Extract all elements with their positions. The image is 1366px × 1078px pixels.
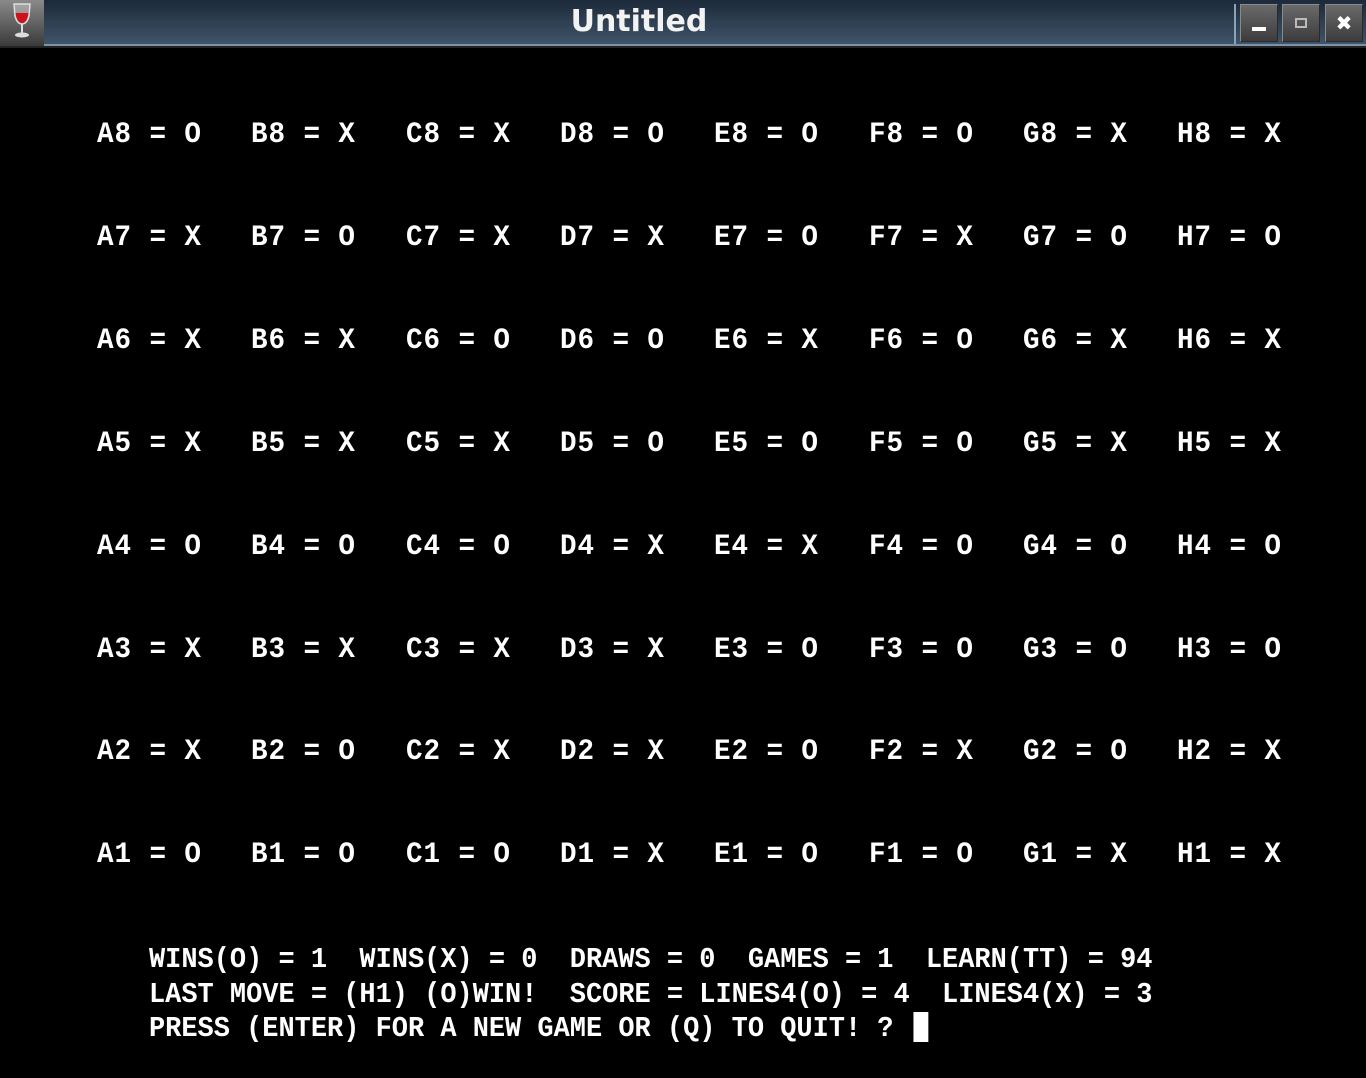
board-cell: E7 = O <box>714 220 820 255</box>
board-cell: B5 = X <box>251 426 357 461</box>
board-cell: F2 = X <box>868 735 974 770</box>
board-cell: H4 = O <box>1177 529 1283 564</box>
window-title: Untitled <box>570 4 708 39</box>
board-cell: C2 = X <box>405 735 511 770</box>
text-cursor <box>913 1012 929 1042</box>
maximize-icon <box>1295 18 1307 28</box>
title-separator <box>1234 4 1236 44</box>
status-panel: WINS(O) = 1 WINS(X) = 0 DRAWS = 0 GAMES … <box>149 943 1228 1047</box>
maximize-button[interactable] <box>1282 4 1320 42</box>
board-cell: D7 = X <box>559 220 665 255</box>
board-cell: B1 = O <box>251 838 357 873</box>
board-cell: F4 = O <box>868 529 974 564</box>
board-cell: A5 = X <box>97 426 202 461</box>
board-cell: A3 = X <box>97 632 202 667</box>
board-cell: G3 = O <box>1022 632 1128 667</box>
board-cell: F7 = X <box>868 220 974 255</box>
console-area[interactable]: A8 = O B8 = X C8 = X D8 = O E8 = O F8 = O G8 =… <box>0 50 1366 1078</box>
board-cell: E6 = X <box>714 323 820 358</box>
board-cell: H8 = X <box>1177 118 1283 152</box>
board-cell: F1 = O <box>868 838 974 873</box>
board-cell: H1 = X <box>1177 838 1283 873</box>
board-cell: H5 = X <box>1177 426 1283 461</box>
board-cell: B8 = X <box>251 118 357 152</box>
title-bar[interactable]: Untitled ✖ <box>0 0 1366 48</box>
board-cell: H7 = O <box>1177 220 1283 255</box>
board-cell: G6 = X <box>1022 323 1128 358</box>
board-cell: A8 = O <box>97 118 202 152</box>
board-cell: G4 = O <box>1022 529 1128 564</box>
board-cell: B7 = O <box>251 220 357 255</box>
board-cell: G5 = X <box>1022 426 1128 461</box>
close-button[interactable]: ✖ <box>1325 4 1363 42</box>
board-cell: G8 = X <box>1022 118 1128 152</box>
board-cell: A1 = O <box>97 838 202 873</box>
board-cell: A4 = O <box>97 529 202 564</box>
board-cell: F6 = O <box>868 323 974 358</box>
board-cell: C3 = X <box>405 632 511 667</box>
board-cell: C1 = O <box>405 838 511 873</box>
board-cell: E8 = O <box>714 118 820 152</box>
board-cell: E4 = X <box>714 529 820 564</box>
board-cell: G7 = O <box>1022 220 1128 255</box>
board-cell: B6 = X <box>251 323 357 358</box>
close-icon: ✖ <box>1335 11 1353 35</box>
board-cell: C7 = X <box>405 220 511 255</box>
board-cell: A6 = X <box>97 323 202 358</box>
app-menu-button[interactable] <box>0 0 44 46</box>
board-cell: F8 = O <box>868 118 974 152</box>
board-cell: E2 = O <box>714 735 820 770</box>
board-cell: E3 = O <box>714 632 820 667</box>
board-cell: A7 = X <box>97 220 202 255</box>
board-cell: E5 = O <box>714 426 820 461</box>
prompt-text: PRESS (ENTER) FOR A NEW GAME OR (Q) TO Q… <box>149 1012 910 1045</box>
board-cell: D6 = O <box>559 323 665 358</box>
result-line: LAST MOVE = (H1) (O)WIN! SCORE = LINES4(… <box>149 977 1153 1011</box>
board-cell: H6 = X <box>1177 323 1283 358</box>
prompt-line[interactable]: PRESS (ENTER) FOR A NEW GAME OR (Q) TO Q… <box>149 1012 1152 1047</box>
board-cell: C5 = X <box>405 426 511 461</box>
board-cell: C4 = O <box>405 529 511 564</box>
board-cell: C8 = X <box>405 118 511 152</box>
board-cell: D2 = X <box>559 735 665 770</box>
wine-glass-icon <box>11 2 33 45</box>
board-cell: H3 = O <box>1177 632 1283 667</box>
board-cell: B3 = X <box>251 632 357 667</box>
minimize-button[interactable] <box>1240 4 1278 42</box>
board-cell: B2 = O <box>251 735 357 770</box>
board-cell: F3 = O <box>868 632 974 667</box>
board-cell: D5 = O <box>559 426 665 461</box>
board-cell: D4 = X <box>559 529 665 564</box>
board-cell: D3 = X <box>559 632 665 667</box>
board-cell: H2 = X <box>1177 735 1283 770</box>
board-cell: A2 = X <box>97 735 202 770</box>
board-cell: B4 = O <box>251 529 357 564</box>
minimize-icon <box>1252 27 1266 31</box>
board-cell: D8 = O <box>559 118 665 152</box>
board-cell: C6 = O <box>405 323 511 358</box>
stats-line: WINS(O) = 1 WINS(X) = 0 DRAWS = 0 GAMES … <box>149 943 1153 976</box>
board-cell: E1 = O <box>714 838 820 873</box>
board-cell: D1 = X <box>559 838 665 873</box>
board-cell: G2 = O <box>1022 735 1128 770</box>
board-cell: G1 = X <box>1022 838 1128 873</box>
board-cell: F5 = O <box>868 426 974 461</box>
